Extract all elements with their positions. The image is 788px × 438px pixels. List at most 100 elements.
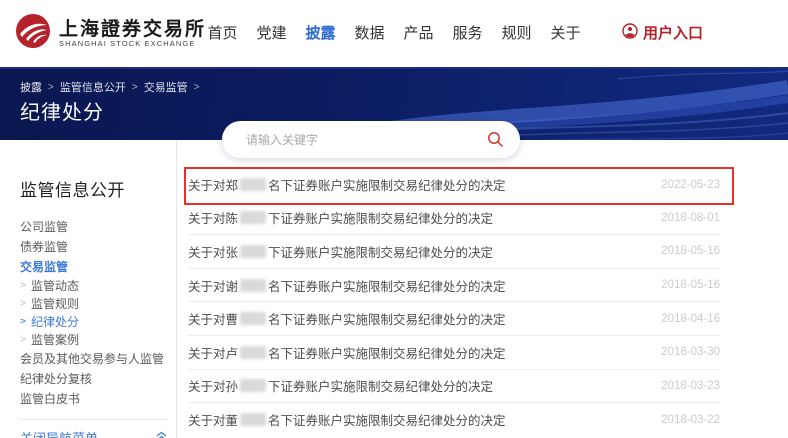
nav-item-6[interactable]: 服务 bbox=[452, 22, 483, 43]
breadcrumb-item-2[interactable]: 监管信息公开 bbox=[60, 79, 126, 95]
nav-item-7[interactable]: 规则 bbox=[501, 22, 532, 43]
logo-cn-name: 上海證券交易所 bbox=[59, 19, 206, 39]
sidebar-item-3[interactable]: 交易监管 bbox=[20, 257, 170, 277]
site-header: 上海證券交易所 SHANGHAI STOCK EXCHANGE 首页党建披露数据… bbox=[0, 0, 788, 67]
user-entry-label: 用户入口 bbox=[643, 22, 703, 43]
chevron-right-icon: > bbox=[20, 313, 26, 331]
nav-item-5[interactable]: 产品 bbox=[403, 22, 434, 43]
page-title: 纪律处分 bbox=[20, 96, 104, 125]
sidebar-item-5[interactable]: > 监管规则 bbox=[20, 295, 170, 313]
sse-logo-icon bbox=[14, 12, 52, 55]
sidebar-item-label: 监管规则 bbox=[31, 295, 79, 313]
decision-date: 2022-05-23 bbox=[661, 179, 720, 191]
decision-title-suffix: 名下证券账户实施限制交易纪律处分的决定 bbox=[268, 410, 506, 429]
redacted-name bbox=[240, 379, 266, 392]
decision-title: 关于对孙下证券账户实施限制交易纪律处分的决定 bbox=[188, 376, 493, 395]
sidebar-item-7[interactable]: > 监管案例 bbox=[20, 331, 170, 349]
redacted-name bbox=[240, 178, 266, 191]
decision-title-suffix: 下证券账户实施限制交易纪律处分的决定 bbox=[268, 208, 493, 227]
nav-item-4[interactable]: 数据 bbox=[354, 22, 385, 43]
sidebar-item-label: 公司监管 bbox=[20, 217, 68, 237]
sidebar-item-label: 会员及其他交易参与人监管 bbox=[20, 349, 164, 369]
sidebar-item-1[interactable]: 公司监管 bbox=[20, 217, 170, 237]
redacted-name bbox=[240, 245, 266, 258]
decision-row-2[interactable]: 关于对陈下证券账户实施限制交易纪律处分的决定2018-08-01 bbox=[188, 202, 720, 236]
chevron-right-icon: > bbox=[20, 277, 26, 295]
chevron-right-icon: > bbox=[20, 295, 26, 313]
sidebar-item-label: 纪律处分 bbox=[31, 313, 79, 331]
decision-row-5[interactable]: 关于对曹 名下证券账户实施限制交易纪律处分的决定 2018-04-16 bbox=[188, 302, 720, 336]
decision-title: 关于对郑名下证券账户实施限制交易纪律处分的决定 bbox=[188, 175, 506, 194]
search-icon bbox=[487, 131, 504, 148]
decision-title-prefix: 关于对曹 bbox=[188, 309, 238, 328]
breadcrumb-separator: > bbox=[132, 82, 138, 93]
decision-title-suffix: 名下证券账户实施限制交易纪律处分的决定 bbox=[268, 343, 506, 362]
decision-date: 2018-03-23 bbox=[661, 380, 720, 392]
decision-date: 2018-04-16 bbox=[661, 313, 720, 325]
sidebar-divider bbox=[176, 140, 177, 438]
sidebar-item-6[interactable]: > 纪律处分 bbox=[20, 313, 170, 331]
decision-title-suffix: 下证券账户实施限制交易纪律处分的决定 bbox=[268, 242, 493, 261]
breadcrumb-item-3[interactable]: 交易监管 bbox=[144, 79, 188, 95]
main-nav: 首页党建披露数据产品服务规则关于 bbox=[207, 0, 581, 65]
decision-title-prefix: 关于对陈 bbox=[188, 208, 238, 227]
sidebar-item-label: 交易监管 bbox=[20, 257, 68, 277]
decision-row-4[interactable]: 关于对谢名下证券账户实施限制交易纪律处分的决定2018-05-16 bbox=[188, 269, 720, 303]
decision-row-6[interactable]: 关于对卢名下证券账户实施限制交易纪律处分的决定 2018-03-30 bbox=[188, 336, 720, 370]
decision-row-3[interactable]: 关于对张 下证券账户实施限制交易纪律处分的决定 2018-05-16 bbox=[188, 235, 720, 269]
redacted-name bbox=[240, 413, 266, 426]
decision-date: 2018-05-16 bbox=[661, 245, 720, 257]
sidebar-item-8[interactable]: 会员及其他交易参与人监管 bbox=[20, 349, 170, 369]
sidebar-item-label: 监管动态 bbox=[31, 277, 79, 295]
decision-title: 关于对张 下证券账户实施限制交易纪律处分的决定 bbox=[188, 242, 493, 261]
search-bar bbox=[222, 121, 520, 158]
redacted-name bbox=[240, 279, 266, 292]
sse-disciplinary-page: 上海證券交易所 SHANGHAI STOCK EXCHANGE 首页党建披露数据… bbox=[0, 0, 788, 438]
logo-en-name: SHANGHAI STOCK EXCHANGE bbox=[59, 39, 206, 48]
breadcrumb: 披露>监管信息公开>交易监管> bbox=[20, 79, 200, 95]
nav-item-3[interactable]: 披露 bbox=[305, 22, 336, 43]
decision-title: 关于对曹 名下证券账户实施限制交易纪律处分的决定 bbox=[188, 309, 506, 328]
decision-title: 关于对陈 下证券账户实施限制交易纪律处分的决定 bbox=[188, 208, 493, 227]
nav-item-2[interactable]: 党建 bbox=[256, 22, 287, 43]
decision-title-prefix: 关于对郑 bbox=[188, 175, 238, 194]
decision-row-7[interactable]: 关于对孙下证券账户实施限制交易纪律处分的决定 2018-03-23 bbox=[188, 370, 720, 404]
sidebar-menu: 公司监管债券监管交易监管>监管动态>监管规则>纪律处分>监管案例会员及其他交易参… bbox=[20, 217, 170, 409]
user-entry-button[interactable]: 用户入口 bbox=[622, 0, 703, 65]
sse-logo-text: 上海證券交易所 SHANGHAI STOCK EXCHANGE bbox=[59, 19, 206, 48]
chevron-right-icon: > bbox=[20, 331, 26, 349]
sidebar: 监管信息公开 公司监管债券监管交易监管>监管动态>监管规则>纪律处分>监管案例会… bbox=[20, 176, 170, 438]
sidebar-item-label: 债券监管 bbox=[20, 237, 68, 257]
decision-title-prefix: 关于对谢 bbox=[188, 276, 238, 295]
double-chevron-up-icon bbox=[155, 429, 168, 438]
breadcrumb-item-1[interactable]: 披露 bbox=[20, 79, 42, 95]
redacted-name bbox=[240, 211, 266, 224]
sidebar-item-label: 监管案例 bbox=[31, 331, 79, 349]
decision-title: 关于对谢 名下证券账户实施限制交易纪律处分的决定 bbox=[188, 276, 506, 295]
decision-title-prefix: 关于对张 bbox=[188, 242, 238, 261]
collapse-nav-toggle[interactable]: 关闭导航菜单 bbox=[20, 428, 168, 438]
decision-row-8[interactable]: 关于对董 名下证券账户实施限制交易纪律处分的决定 2018-03-22 bbox=[188, 403, 720, 437]
collapse-nav-label: 关闭导航菜单 bbox=[20, 428, 98, 438]
sse-logo[interactable]: 上海證券交易所 SHANGHAI STOCK EXCHANGE bbox=[14, 12, 206, 55]
nav-item-8[interactable]: 关于 bbox=[550, 22, 581, 43]
nav-item-1[interactable]: 首页 bbox=[207, 22, 238, 43]
sidebar-item-9[interactable]: 纪律处分复核 bbox=[20, 369, 170, 389]
redacted-name bbox=[240, 312, 266, 325]
user-icon bbox=[622, 23, 638, 43]
decision-date: 2018-03-22 bbox=[661, 414, 720, 426]
decision-title-prefix: 关于对孙 bbox=[188, 376, 238, 395]
decision-title-suffix: 名下证券账户实施限制交易纪律处分的决定 bbox=[268, 276, 506, 295]
decision-title: 关于对卢名下证券账户实施限制交易纪律处分的决定 bbox=[188, 343, 506, 362]
breadcrumb-separator: > bbox=[194, 82, 200, 93]
search-input[interactable] bbox=[246, 133, 487, 147]
sidebar-item-2[interactable]: 债券监管 bbox=[20, 237, 170, 257]
decision-date: 2018-03-30 bbox=[661, 346, 720, 358]
decision-row-1[interactable]: 关于对郑名下证券账户实施限制交易纪律处分的决定 2022-05-23 bbox=[188, 168, 720, 202]
sidebar-item-label: 纪律处分复核 bbox=[20, 369, 92, 389]
decision-title-suffix: 名下证券账户实施限制交易纪律处分的决定 bbox=[268, 309, 506, 328]
decision-title-prefix: 关于对董 bbox=[188, 410, 238, 429]
sidebar-item-10[interactable]: 监管白皮书 bbox=[20, 389, 170, 409]
sidebar-item-4[interactable]: > 监管动态 bbox=[20, 277, 170, 295]
search-button[interactable] bbox=[487, 131, 504, 148]
